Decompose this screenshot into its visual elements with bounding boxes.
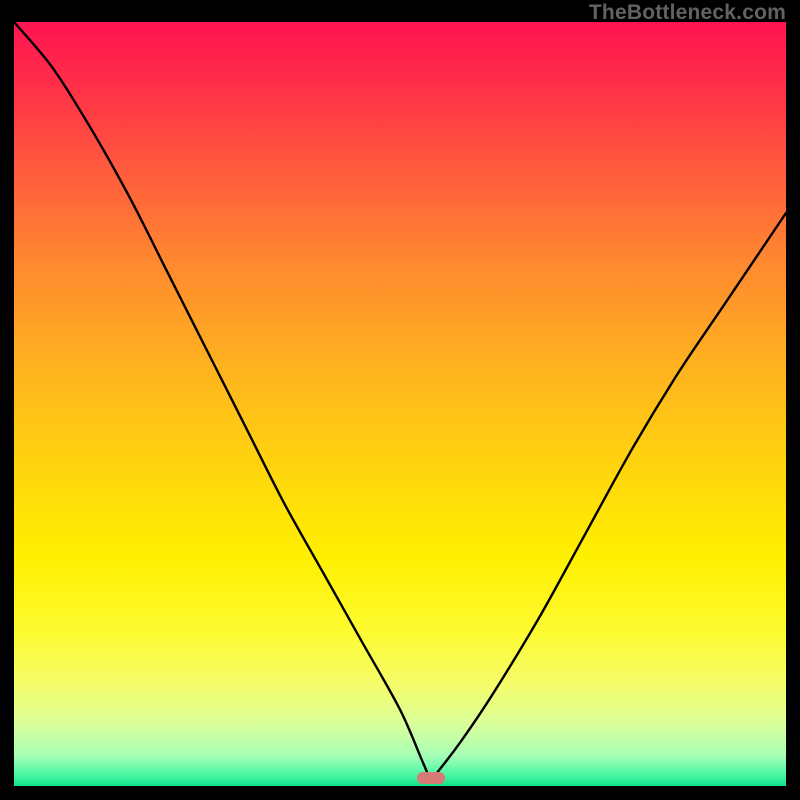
chart-frame: TheBottleneck.com xyxy=(0,0,800,800)
plot-area xyxy=(14,22,786,786)
bottleneck-curve-svg xyxy=(14,22,786,786)
minimum-marker xyxy=(417,772,445,784)
bottleneck-curve-path xyxy=(14,22,786,779)
watermark-text: TheBottleneck.com xyxy=(589,1,786,25)
